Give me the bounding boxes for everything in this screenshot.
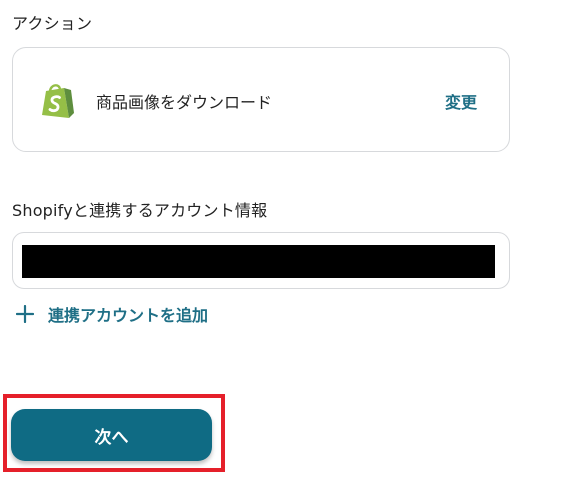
change-action-link[interactable]: 変更 (445, 89, 477, 113)
shopify-bag-icon (42, 84, 74, 118)
add-account-label: 連携アカウントを追加 (48, 306, 209, 325)
action-name: 商品画像をダウンロード (96, 93, 273, 112)
account-select[interactable] (12, 232, 510, 289)
plus-icon (16, 305, 34, 323)
add-account-link[interactable]: 連携アカウントを追加 (16, 302, 208, 326)
next-button[interactable]: 次へ (11, 409, 212, 461)
account-value-redacted (22, 245, 495, 278)
action-section-label: アクション (12, 14, 93, 33)
action-card: 商品画像をダウンロード 変更 (12, 47, 510, 152)
account-section-label: Shopifyと連携するアカウント情報 (12, 201, 268, 220)
